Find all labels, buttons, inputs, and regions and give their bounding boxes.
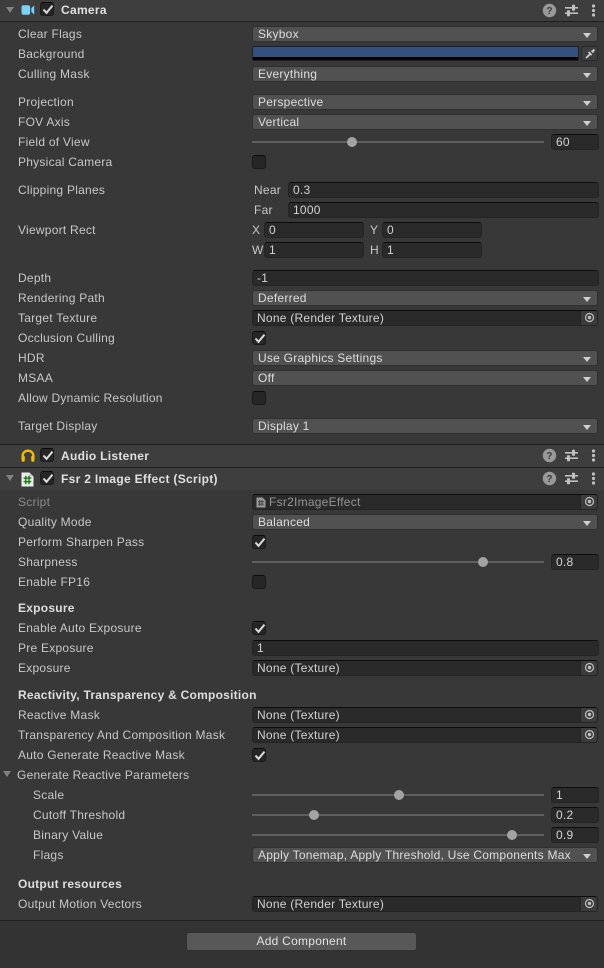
svg-text:?: ? xyxy=(546,451,552,462)
svg-text:?: ? xyxy=(546,6,552,17)
svg-text:?: ? xyxy=(546,474,552,485)
